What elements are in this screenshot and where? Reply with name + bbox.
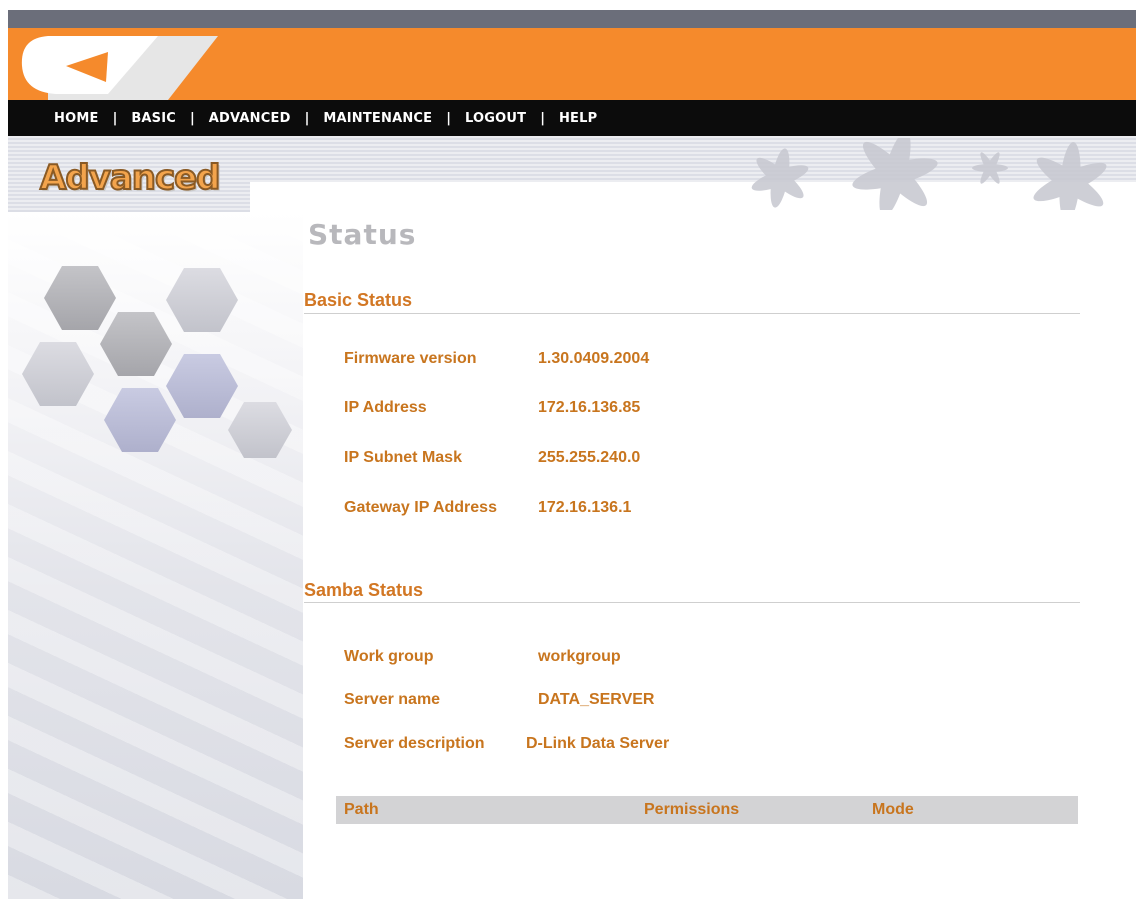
top-gray-strip (8, 10, 1136, 28)
nav-logout[interactable]: LOGOUT (465, 111, 526, 126)
nav-advanced[interactable]: ADVANCED (209, 111, 291, 126)
nav-separator: | (446, 110, 451, 126)
field-label: Gateway IP Address (344, 499, 497, 516)
field-label: Firmware version (344, 350, 477, 367)
workgroup-row: Work group workgroup (344, 648, 621, 666)
field-label: Server name (344, 691, 441, 708)
column-header-path: Path (344, 801, 379, 818)
server-name-row: Server name DATA_SERVER (344, 691, 654, 709)
field-value: DATA_SERVER (538, 691, 655, 708)
column-header-permissions: Permissions (644, 801, 740, 818)
nav-separator: | (304, 110, 310, 126)
field-value: 1.30.0409.2004 (538, 350, 650, 367)
main-nav: HOME | BASIC | ADVANCED | MAINTENANCE | … (8, 100, 1136, 136)
field-label: Server description (344, 735, 485, 752)
section-divider (304, 313, 1080, 314)
section-title-advanced: Advanced (39, 157, 222, 199)
nav-separator: | (112, 110, 118, 126)
nav-home[interactable]: HOME (54, 111, 99, 126)
nav-maintenance[interactable]: MAINTENANCE (323, 111, 432, 126)
header-banner (8, 28, 1136, 100)
page-title: Status (308, 218, 417, 251)
sidebar (8, 212, 303, 899)
field-value: 172.16.136.85 (538, 399, 641, 416)
gateway-row: Gateway IP Address 172.16.136.1 (344, 499, 631, 517)
nav-help[interactable]: HELP (559, 111, 597, 126)
field-label: Work group (344, 648, 434, 665)
brand-logo (21, 36, 218, 100)
field-value: workgroup (538, 648, 621, 665)
main-content: Status Basic Status Firmware version 1.3… (300, 212, 1080, 899)
server-description-row: Server description D-Link Data Server (344, 735, 669, 753)
basic-status-title: Basic Status (304, 290, 413, 310)
ip-address-row: IP Address 172.16.136.85 (344, 399, 640, 417)
field-label: IP Subnet Mask (344, 449, 462, 466)
nav-basic[interactable]: BASIC (131, 111, 176, 126)
samba-status-title: Samba Status (304, 580, 424, 600)
flower-decoration-icon (751, 138, 1107, 210)
firmware-version-row: Firmware version 1.30.0409.2004 (344, 350, 649, 368)
field-value: 255.255.240.0 (538, 449, 641, 466)
subnet-mask-row: IP Subnet Mask 255.255.240.0 (344, 449, 640, 467)
shares-table-header: Path Permissions Mode (336, 796, 1078, 824)
field-value: D-Link Data Server (526, 735, 670, 752)
column-header-mode: Mode (872, 801, 914, 818)
hexagon-decoration-icon (22, 266, 292, 458)
nav-separator: | (190, 110, 195, 126)
field-value: 172.16.136.1 (538, 499, 632, 516)
field-label: IP Address (344, 399, 427, 416)
section-divider (304, 602, 1080, 603)
nav-separator: | (540, 110, 545, 126)
